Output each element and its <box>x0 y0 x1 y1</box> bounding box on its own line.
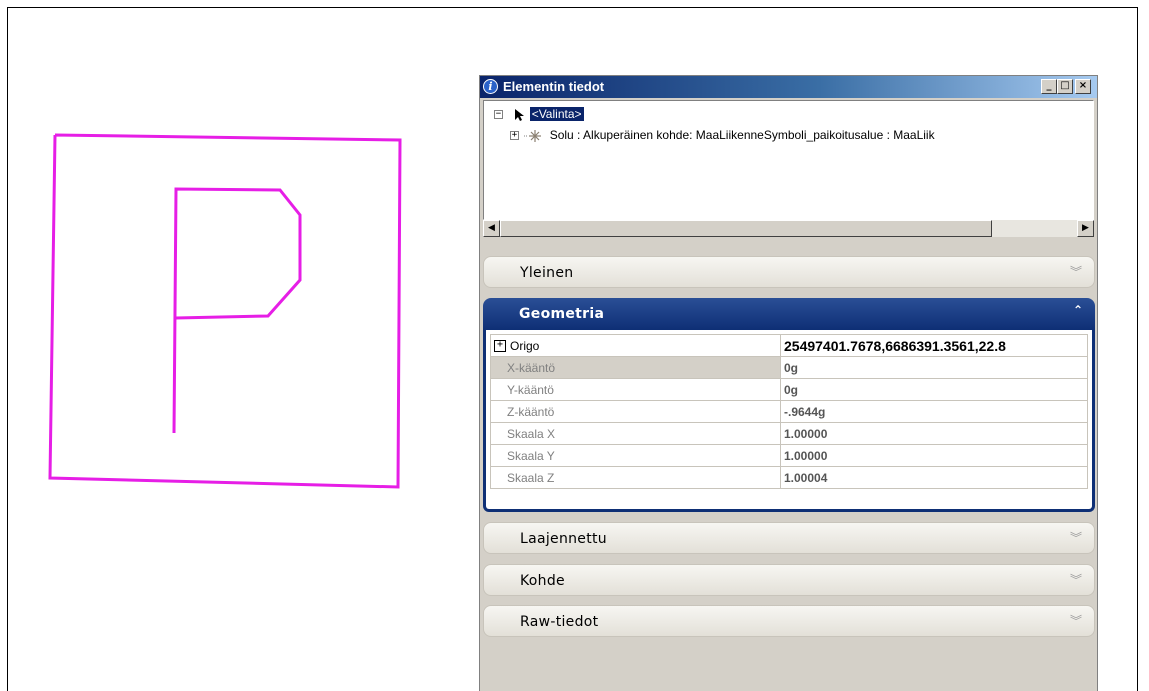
table-row[interactable]: Skaala Z 1.00004 <box>490 466 1088 489</box>
property-value[interactable]: -.9644g <box>780 400 1088 423</box>
parking-square-outline <box>48 133 402 489</box>
table-row[interactable]: Skaala X 1.00000 <box>490 422 1088 445</box>
expand-icon[interactable]: + <box>494 340 506 353</box>
property-name-cell: + Origo <box>490 334 781 357</box>
table-row[interactable]: X-kääntö 0g <box>490 356 1088 379</box>
tree-row-root[interactable]: − <Valinta> <box>494 107 584 122</box>
table-row[interactable]: Y-kääntö 0g <box>490 378 1088 401</box>
scroll-right-icon[interactable]: ▶ <box>1077 220 1094 237</box>
geometry-properties-panel: + Origo 25497401.7678,6686391.3561,22.8 X… <box>483 330 1095 512</box>
property-name: X-kääntö <box>490 356 781 379</box>
minimize-button[interactable]: _ <box>1041 79 1057 94</box>
property-value[interactable]: 1.00000 <box>780 444 1088 467</box>
section-yleinen-label: Yleinen <box>520 265 574 281</box>
chevron-down-icon[interactable]: ︾ <box>1070 612 1082 629</box>
property-name: Skaala X <box>490 422 781 445</box>
property-value[interactable]: 25497401.7678,6686391.3561,22.8 <box>780 334 1088 357</box>
section-yleinen[interactable]: Yleinen ︾ <box>483 256 1095 288</box>
collapse-icon[interactable]: − <box>494 110 503 120</box>
section-kohde-label: Kohde <box>520 573 565 589</box>
property-value[interactable]: 0g <box>780 378 1088 401</box>
window-title: Elementin tiedot <box>503 79 605 94</box>
chevron-up-icon[interactable]: ⌃ <box>1073 303 1083 317</box>
tree-root-label[interactable]: <Valinta> <box>529 107 584 121</box>
close-button[interactable]: × <box>1075 79 1091 94</box>
property-name: Y-kääntö <box>490 378 781 401</box>
parking-letter-p <box>172 187 302 434</box>
property-name: Skaala Z <box>490 466 781 489</box>
tree-row-cell[interactable]: + Solu : Alkuperäinen kohde: MaaLiikenne… <box>510 128 935 143</box>
section-geometria-label: Geometria <box>519 306 605 322</box>
tree-cell-label[interactable]: Solu : Alkuperäinen kohde: MaaLiikenneSy… <box>550 128 935 142</box>
section-kohde[interactable]: Kohde ︾ <box>483 564 1095 596</box>
cell-element-icon <box>524 129 542 142</box>
expand-icon[interactable]: + <box>510 131 519 141</box>
window-titlebar[interactable]: i Elementin tiedot _ □ × <box>480 76 1097 98</box>
chevron-down-icon[interactable]: ︾ <box>1070 263 1082 280</box>
chevron-down-icon[interactable]: ︾ <box>1070 571 1082 588</box>
property-name: Skaala Y <box>490 444 781 467</box>
property-value[interactable]: 0g <box>780 356 1088 379</box>
section-raw-tiedot[interactable]: Raw-tiedot ︾ <box>483 605 1095 637</box>
pointer-arrow-icon <box>515 108 525 121</box>
geometry-properties-table: + Origo 25497401.7678,6686391.3561,22.8 X… <box>490 334 1088 489</box>
property-value[interactable]: 1.00000 <box>780 422 1088 445</box>
property-value[interactable]: 1.00004 <box>780 466 1088 489</box>
section-geometria[interactable]: Geometria ⌃ <box>483 298 1095 330</box>
maximize-button[interactable]: □ <box>1057 79 1073 94</box>
table-row[interactable]: + Origo 25497401.7678,6686391.3561,22.8 <box>490 334 1088 357</box>
table-row[interactable]: Skaala Y 1.00000 <box>490 444 1088 467</box>
table-row[interactable]: Z-kääntö -.9644g <box>490 400 1088 423</box>
scroll-left-icon[interactable]: ◀ <box>483 220 500 237</box>
scrollbar-thumb[interactable] <box>500 220 992 237</box>
info-icon: i <box>483 79 498 94</box>
property-name: Z-kääntö <box>490 400 781 423</box>
chevron-down-icon[interactable]: ︾ <box>1070 529 1082 546</box>
selection-tree: − <Valinta> + Solu : Alkuperäinen kohde:… <box>483 100 1094 220</box>
property-name: Origo <box>510 338 540 353</box>
element-info-window: i Elementin tiedot _ □ × − <Valinta> + S… <box>479 75 1098 691</box>
section-raw-tiedot-label: Raw-tiedot <box>520 614 599 630</box>
tree-horizontal-scrollbar[interactable]: ◀ ▶ <box>483 220 1094 237</box>
section-laajennettu-label: Laajennettu <box>520 531 607 547</box>
section-laajennettu[interactable]: Laajennettu ︾ <box>483 522 1095 554</box>
